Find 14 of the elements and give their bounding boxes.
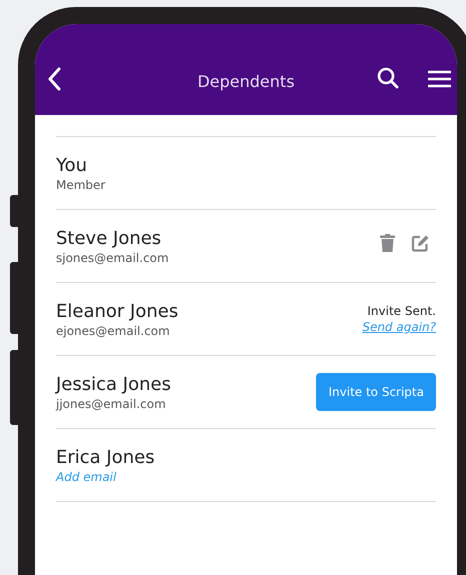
invite-status: Invite Sent. [367, 304, 436, 318]
send-again-link[interactable]: Send again? [362, 320, 436, 334]
invite-button[interactable]: Invite to Scripta [316, 373, 436, 411]
dependent-name: Eleanor Jones [56, 300, 178, 322]
dependent-name: You [56, 154, 88, 176]
dependent-detail: ejones@email.com [56, 324, 171, 338]
dependent-name: Erica Jones [56, 446, 155, 468]
screen-title: Dependents [197, 72, 295, 91]
dependent-name: Steve Jones [56, 228, 162, 248]
add-email-link[interactable]: Add email [56, 470, 155, 484]
dependent-name: Jessica Jones [56, 374, 171, 394]
dependent-detail: jjones@email.com [56, 396, 167, 410]
dependent-detail: sjones@email.com [56, 250, 169, 264]
dependent-detail: Member [56, 178, 106, 192]
